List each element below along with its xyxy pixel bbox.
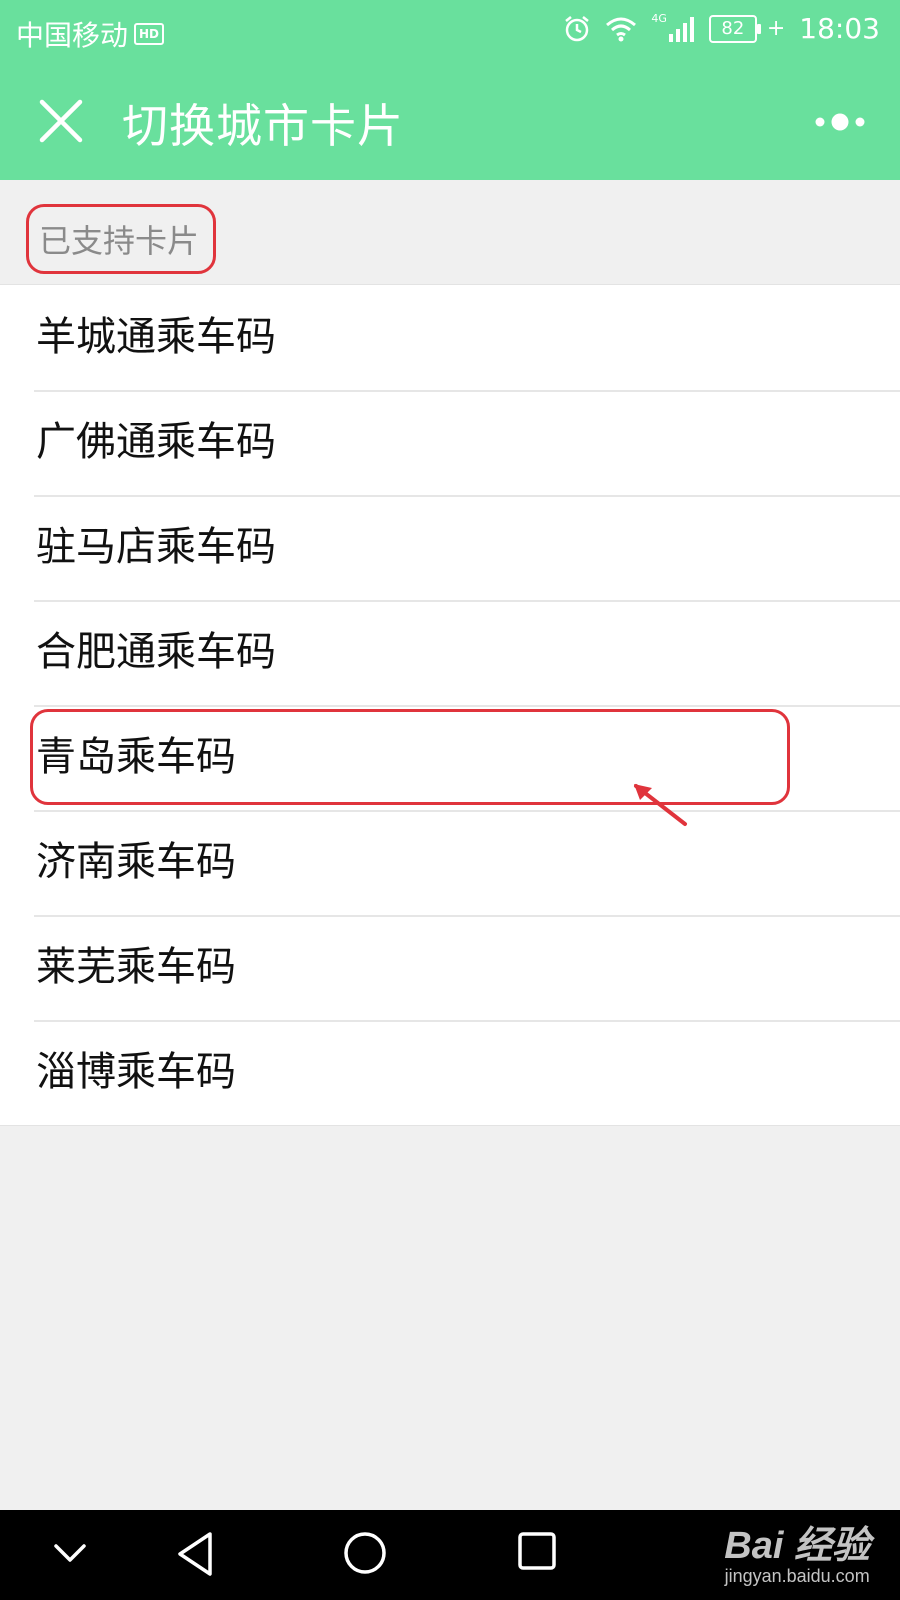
network-type: 4G (651, 12, 667, 25)
card-item-label: 羊城通乘车码 (36, 314, 276, 360)
back-icon[interactable] (174, 1530, 218, 1578)
charging-icon: + (766, 16, 786, 41)
chevron-down-icon[interactable] (50, 1538, 90, 1568)
card-item-label: 合肥通乘车码 (36, 629, 276, 675)
signal-icon (668, 16, 694, 42)
card-list: 羊城通乘车码 广佛通乘车码 驻马店乘车码 合肥通乘车码 青岛乘车码 济南乘车码 … (0, 284, 900, 1126)
more-icon[interactable] (814, 112, 866, 132)
card-item-label: 广佛通乘车码 (36, 419, 276, 465)
wifi-icon (606, 17, 637, 41)
section-header: 已支持卡片 (0, 180, 900, 284)
hd-badge: HD (134, 23, 165, 45)
carrier-name: 中国移动 (16, 19, 129, 52)
card-item-label: 青岛乘车码 (36, 734, 236, 780)
card-item[interactable]: 合肥通乘车码 (0, 600, 900, 705)
card-item[interactable]: 莱芜乘车码 (0, 915, 900, 1020)
recents-icon[interactable] (516, 1530, 558, 1572)
card-item-label: 驻马店乘车码 (36, 524, 276, 570)
carrier-info: 中国移动 HD (16, 14, 165, 54)
system-nav-bar: Bai 经验 jingyan.baidu.com (0, 1510, 900, 1600)
card-item[interactable]: 羊城通乘车码 (0, 285, 900, 390)
alarm-icon (565, 15, 590, 41)
card-item-qingdao[interactable]: 青岛乘车码 (0, 705, 900, 810)
clock: 18:03 (799, 12, 880, 45)
card-item-label: 济南乘车码 (36, 839, 236, 885)
close-icon[interactable] (38, 98, 84, 144)
card-item-label: 莱芜乘车码 (36, 944, 236, 990)
status-bar: 中国移动 HD 4G 82 + 18:03 (0, 0, 900, 62)
supported-cards-label: 已支持卡片 (26, 204, 216, 274)
page-title: 切换城市卡片 (122, 99, 404, 153)
status-icons: 4G 82 + 18:03 (563, 12, 880, 45)
watermark-url: jingyan.baidu.com (724, 1566, 870, 1586)
watermark-logo: Bai 经验 (724, 1525, 870, 1567)
battery-indicator: 82 (708, 14, 761, 43)
card-item[interactable]: 广佛通乘车码 (0, 390, 900, 495)
card-item[interactable]: 济南乘车码 (0, 810, 900, 915)
app-header: 切换城市卡片 (0, 62, 900, 180)
home-icon[interactable] (342, 1530, 388, 1576)
card-item[interactable]: 淄博乘车码 (0, 1020, 900, 1125)
card-item-label: 淄博乘车码 (36, 1049, 236, 1095)
baidu-watermark: Bai 经验 jingyan.baidu.com (724, 1526, 870, 1586)
card-item[interactable]: 驻马店乘车码 (0, 495, 900, 600)
